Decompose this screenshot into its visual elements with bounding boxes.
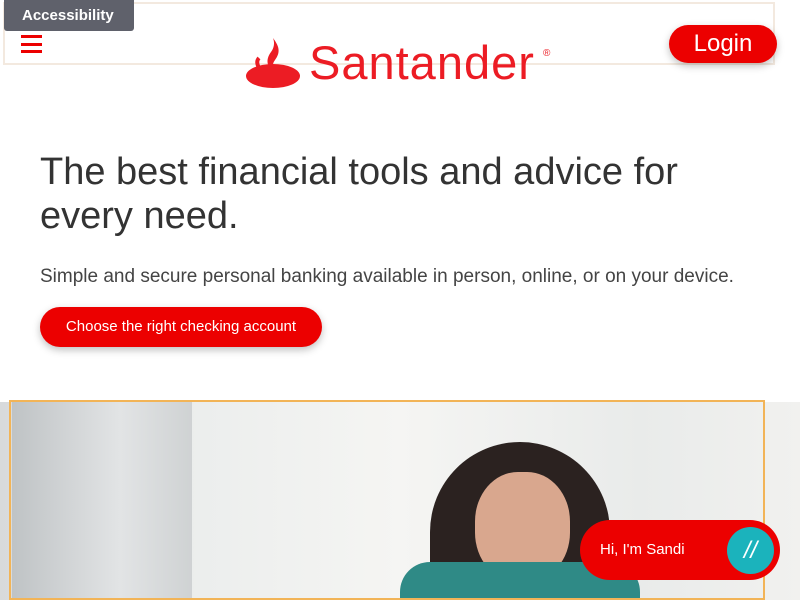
flame-icon xyxy=(246,38,300,88)
registered-mark: ® xyxy=(543,48,551,59)
chat-label: Hi, I'm Sandi xyxy=(600,541,685,558)
chat-assistant-button[interactable]: Hi, I'm Sandi // xyxy=(580,520,780,580)
choose-checking-button[interactable]: Choose the right checking account xyxy=(40,307,322,347)
sandi-flame-icon: // xyxy=(727,527,774,574)
login-button[interactable]: Login xyxy=(669,25,777,63)
hamburger-menu-icon[interactable] xyxy=(21,35,42,53)
accessibility-button[interactable]: Accessibility xyxy=(4,0,134,31)
page-subtext: Simple and secure personal banking avail… xyxy=(40,266,734,287)
santander-logo[interactable]: Santander ® xyxy=(245,36,550,89)
logo-text: Santander xyxy=(309,36,535,89)
page-headline: The best financial tools and advice for … xyxy=(40,151,678,237)
